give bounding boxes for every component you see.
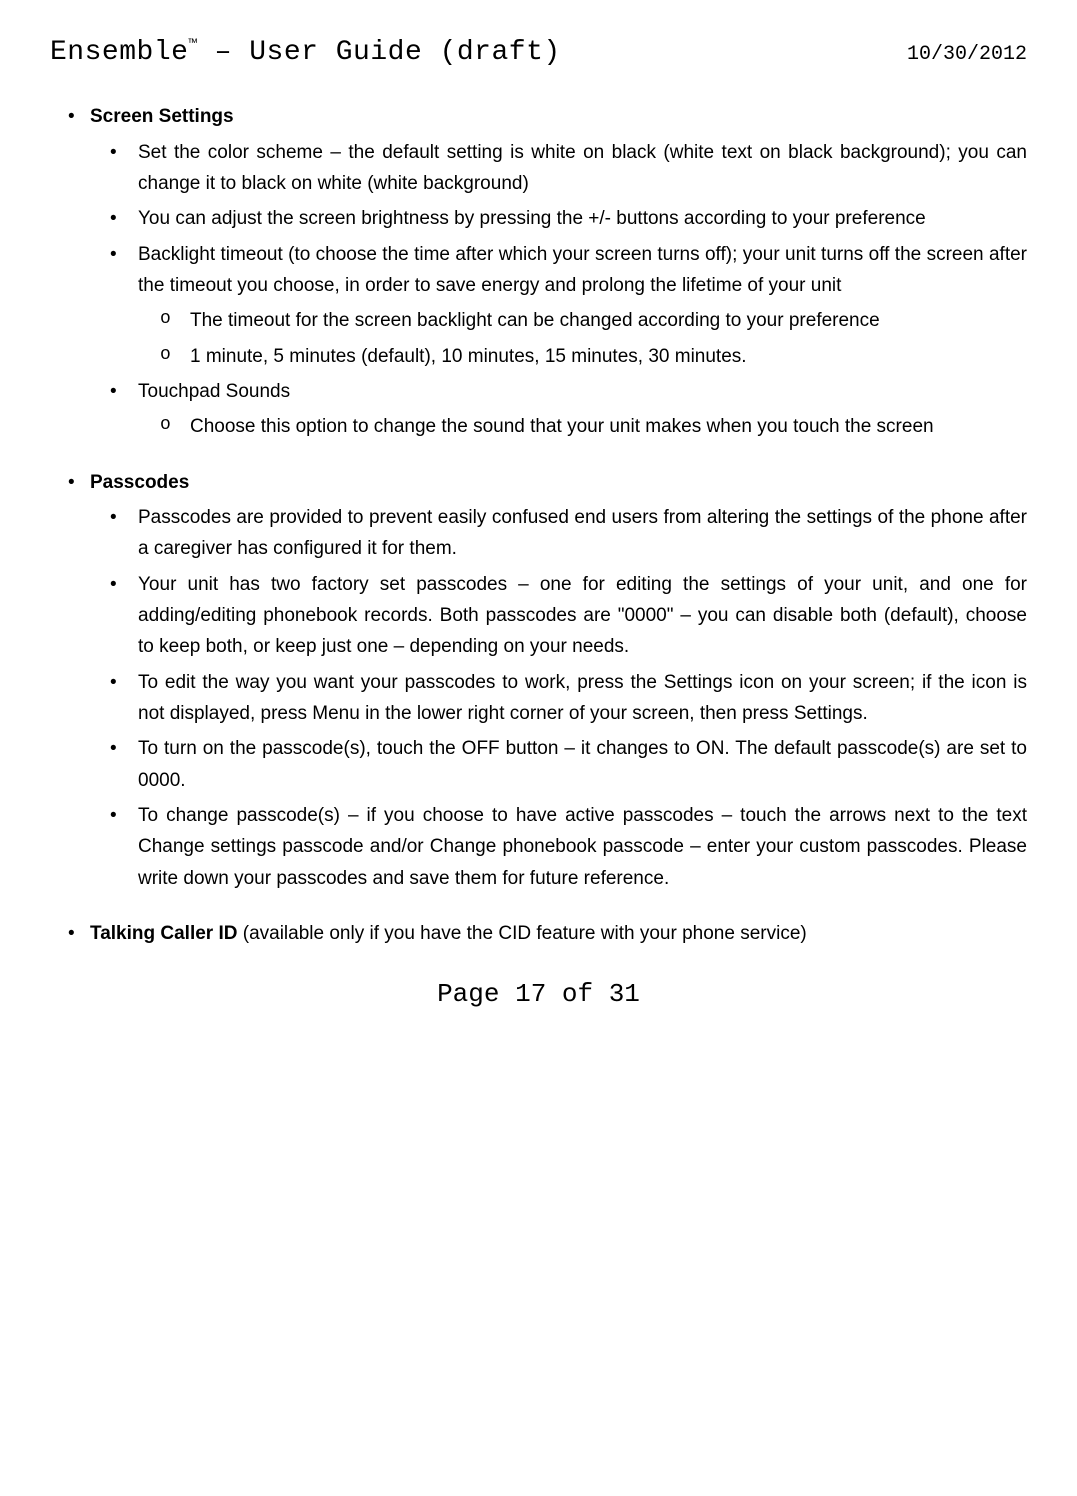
- page-header: Ensemble™ – User Guide (draft) 10/30/201…: [50, 30, 1027, 76]
- list-item: Set the color scheme – the default setti…: [90, 137, 1027, 200]
- header-title: Ensemble™ – User Guide (draft): [50, 30, 561, 76]
- title-suffix: – User Guide (draft): [197, 37, 560, 68]
- section-heading: Talking Caller ID: [90, 923, 237, 944]
- list-item: Backlight timeout (to choose the time af…: [90, 239, 1027, 372]
- section-heading: Screen Settings: [90, 106, 234, 127]
- item-text: Touchpad Sounds: [138, 381, 290, 402]
- list-item: You can adjust the screen brightness by …: [90, 203, 1027, 234]
- section-screen-settings: Screen Settings Set the color scheme – t…: [50, 101, 1027, 442]
- list-item: To change passcode(s) – if you choose to…: [90, 800, 1027, 894]
- touchpad-subitems: Choose this option to change the sound t…: [138, 411, 1027, 442]
- title-prefix: Ensemble: [50, 37, 188, 68]
- screen-settings-items: Set the color scheme – the default setti…: [90, 137, 1027, 443]
- list-item: Touchpad Sounds Choose this option to ch…: [90, 376, 1027, 443]
- list-item: 1 minute, 5 minutes (default), 10 minute…: [138, 341, 1027, 372]
- section-heading: Passcodes: [90, 472, 189, 493]
- item-text: Backlight timeout (to choose the time af…: [138, 244, 1027, 296]
- list-item: To turn on the passcode(s), touch the OF…: [90, 733, 1027, 796]
- list-item: To edit the way you want your passcodes …: [90, 667, 1027, 730]
- section-note: (available only if you have the CID feat…: [237, 923, 806, 944]
- section-talking-cid: Talking Caller ID (available only if you…: [50, 918, 1027, 949]
- trademark-symbol: ™: [188, 38, 197, 54]
- passcodes-items: Passcodes are provided to prevent easily…: [90, 502, 1027, 894]
- list-item: The timeout for the screen backlight can…: [138, 305, 1027, 336]
- header-date: 10/30/2012: [907, 38, 1027, 71]
- backlight-subitems: The timeout for the screen backlight can…: [138, 305, 1027, 372]
- list-item: Passcodes are provided to prevent easily…: [90, 502, 1027, 565]
- section-passcodes: Passcodes Passcodes are provided to prev…: [50, 467, 1027, 894]
- page-footer: Page 17 of 31: [50, 973, 1027, 1016]
- list-item: Your unit has two factory set passcodes …: [90, 569, 1027, 663]
- content-list: Screen Settings Set the color scheme – t…: [50, 101, 1027, 949]
- list-item: Choose this option to change the sound t…: [138, 411, 1027, 442]
